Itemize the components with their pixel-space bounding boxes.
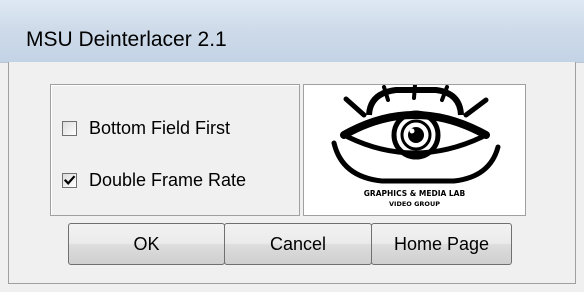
double-frame-rate-checkbox[interactable] [62,172,77,188]
bottom-field-first-label: Bottom Field First [89,117,231,138]
bottom-field-first-option[interactable]: Bottom Field First [62,117,230,139]
title-bar[interactable]: MSU Deinterlacer 2.1 [0,0,584,63]
cancel-button[interactable]: Cancel [224,223,372,265]
bottom-field-first-checkbox[interactable] [62,120,77,136]
ok-button[interactable]: OK [68,223,225,265]
logo-panel: GRAPHICS & MEDIA LAB VIDEO GROUP [303,84,526,216]
logo-text-line1: GRAPHICS & MEDIA LAB [363,189,466,198]
dialog-window: MSU Deinterlacer 2.1 Bottom Field First … [0,0,584,292]
home-page-button[interactable]: Home Page [371,223,512,265]
double-frame-rate-option[interactable]: Double Frame Rate [62,169,246,191]
double-frame-rate-label: Double Frame Rate [89,169,247,190]
options-group [50,84,300,216]
checkmark-icon [63,174,76,185]
logo-text-line2: VIDEO GROUP [389,200,440,208]
window-title: MSU Deinterlacer 2.1 [26,28,227,51]
